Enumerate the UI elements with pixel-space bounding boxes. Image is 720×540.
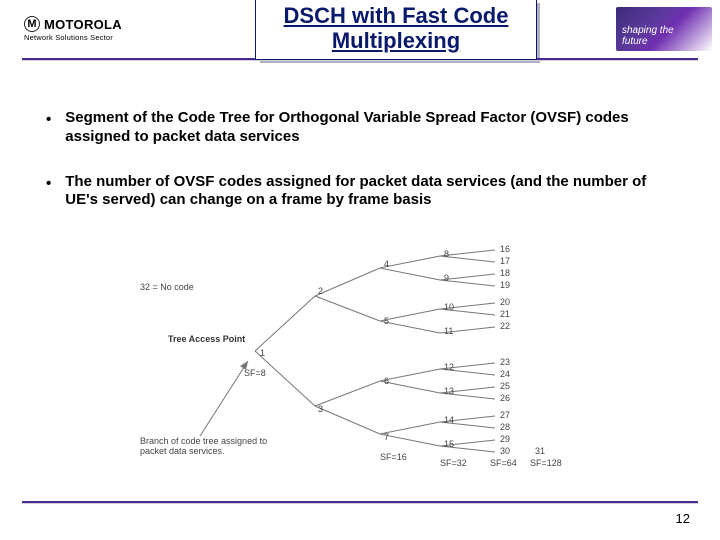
sf128-label: SF=128 [530, 458, 562, 468]
page-number: 12 [676, 511, 690, 526]
bullet-text: Segment of the Code Tree for Orthogonal … [65, 109, 674, 147]
node-3: 3 [318, 404, 323, 414]
node-20: 20 [500, 297, 510, 307]
logo-block: M MOTOROLA Network Solutions Sector [6, 16, 176, 42]
node-22: 22 [500, 321, 510, 331]
tree-access-label: Tree Access Point [168, 334, 245, 344]
bullet-item: • The number of OVSF codes assigned for … [46, 173, 674, 211]
node-2: 2 [318, 286, 323, 296]
title-line2: Multiplexing [332, 28, 460, 53]
node-26: 26 [500, 393, 510, 403]
node-27: 27 [500, 410, 510, 420]
no-code-label: 32 = No code [140, 282, 194, 292]
node-28: 28 [500, 422, 510, 432]
bullet-text: The number of OVSF codes assigned for pa… [65, 173, 674, 211]
node-1: 1 [260, 348, 265, 358]
node-9: 9 [444, 273, 449, 283]
bullet-dot-icon: • [46, 109, 51, 147]
bullet-dot-icon: • [46, 173, 51, 211]
node-31: 31 [535, 446, 545, 456]
node-19: 19 [500, 280, 510, 290]
bullet-item: • Segment of the Code Tree for Orthogona… [46, 109, 674, 147]
header: M MOTOROLA Network Solutions Sector DSCH… [0, 0, 720, 58]
tree-svg [140, 236, 580, 466]
node-4: 4 [384, 259, 389, 269]
node-12: 12 [444, 362, 454, 372]
node-11: 11 [444, 326, 453, 336]
branch-caption: Branch of code tree assigned to packet d… [140, 436, 280, 457]
node-23: 23 [500, 357, 510, 367]
node-6: 6 [384, 376, 389, 386]
node-14: 14 [444, 415, 454, 425]
node-30: 30 [500, 446, 510, 456]
content: • Segment of the Code Tree for Orthogona… [0, 61, 720, 466]
node-29: 29 [500, 434, 510, 444]
node-5: 5 [384, 316, 389, 326]
node-8: 8 [444, 249, 449, 259]
node-13: 13 [444, 386, 454, 396]
sf32-label: SF=32 [440, 458, 467, 468]
sf8-label: SF=8 [244, 368, 266, 378]
badge-line2: future [622, 36, 648, 47]
sf16-label: SF=16 [380, 452, 407, 462]
logo-wordmark: MOTOROLA [44, 17, 122, 32]
sf64-label: SF=64 [490, 458, 517, 468]
node-16: 16 [500, 244, 510, 254]
node-21: 21 [500, 309, 510, 319]
node-17: 17 [500, 256, 510, 266]
footer-divider-shadow [22, 503, 698, 504]
motorola-logo-icon: M [24, 16, 40, 32]
node-15: 15 [444, 439, 454, 449]
node-18: 18 [500, 268, 510, 278]
node-7: 7 [384, 432, 389, 442]
slide-title: DSCH with Fast Code Multiplexing [284, 3, 509, 54]
shaping-future-badge: shaping the future [616, 7, 712, 51]
title-line1: DSCH with Fast Code [284, 3, 509, 28]
footer-divider-wrap [22, 501, 698, 504]
node-24: 24 [500, 369, 510, 379]
code-tree-diagram: 32 = No code Tree Access Point Branch of… [140, 236, 580, 466]
node-10: 10 [444, 302, 454, 312]
badge-line1: shaping the [622, 25, 674, 36]
sector-label: Network Solutions Sector [24, 33, 113, 42]
slide-title-box: DSCH with Fast Code Multiplexing [255, 0, 538, 60]
node-25: 25 [500, 381, 510, 391]
